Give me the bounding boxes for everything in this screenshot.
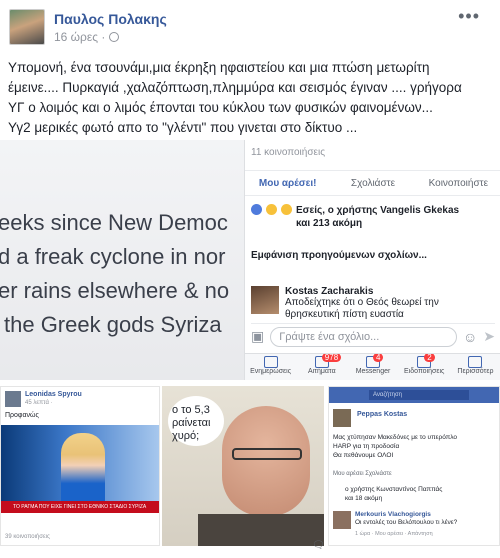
nav-requests[interactable]: 978 Αιτήματα — [296, 354, 347, 380]
ticker-line: the Greek gods Syriza — [4, 312, 222, 337]
post-text-line: ΥΓ ο λοιμός και ο λιμός έπονται του κύκλ… — [8, 100, 433, 115]
ticker-line: er rains elsewhere & no — [0, 278, 230, 303]
comment-button[interactable]: Σχολιάστε — [330, 178, 415, 189]
emoji-icon[interactable]: ☺ — [463, 329, 477, 345]
author-avatar[interactable] — [9, 9, 45, 45]
like-button[interactable]: Μου αρέσει! — [245, 178, 330, 189]
bubble-line: ραίνεται — [172, 417, 211, 429]
bottom-navigation: Ενημερώσεις 978 Αιτήματα 4 Messenger 2 Ειδο… — [245, 353, 500, 380]
post-text-line: Θα πεθάνουμε ΟΛΟΙ — [333, 452, 394, 459]
reactions-line: και 18 ακόμη — [345, 495, 383, 502]
wow-reaction-icon — [281, 204, 292, 215]
post-time: 45 λεπτά · — [25, 400, 53, 406]
collage-right-screenshot[interactable]: Αναζήτηση Peppas Kostas Μας χτύπησαν Μακ… — [328, 386, 500, 546]
reactions-line: ο χρήστης Κωνσταντίνος Παππάς — [345, 486, 443, 493]
nav-label: Ειδοποιήσεις — [404, 368, 445, 375]
poster-name: Peppas Kostas — [357, 411, 408, 418]
collage-left-screenshot[interactable]: Leonidas Spyrou 45 λεπτά · Προφανώς ΤΟ Ρ… — [0, 386, 160, 546]
post-text-line: Μας χτύπησαν Μακεδόνες με το υπερόπλο — [333, 434, 457, 441]
menu-icon — [468, 356, 483, 368]
post-text: Μας χτύπησαν Μακεδόνες με το υπερόπλο HA… — [333, 433, 497, 460]
post-text-line: έμεινε.... Πυρκαγιά ,χαλαζόπτωση,πλημμύρ… — [8, 80, 462, 95]
shares-count: 11 κοινοποιήσεις — [251, 147, 326, 158]
speech-bubble-dots-icon[interactable]: 🗨 — [312, 540, 325, 551]
nav-news-feed[interactable]: Ενημερώσεις — [245, 354, 296, 380]
poster-name: Leonidas Spyrou — [25, 391, 82, 398]
post-time[interactable]: 16 ώρες · — [54, 30, 105, 44]
post-text-line: Υγ2 μερικές φωτό απο το "γλέντι" που γιν… — [8, 120, 358, 135]
messenger-badge: 4 — [373, 354, 384, 362]
commenter-name[interactable]: Kostas Zacharakis — [285, 286, 439, 297]
bubble-line: ο το 5,3 — [172, 404, 210, 416]
news-feed-icon — [263, 356, 278, 368]
person-portrait — [222, 406, 310, 516]
reactions-summary: ο χρήστης Κωνσταντίνος Παππάς και 18 ακό… — [345, 485, 442, 503]
reactions-line: Εσείς, ο χρήστης Vangelis Gkekas — [296, 205, 460, 216]
facebook-top-bar: Αναζήτηση — [329, 387, 499, 403]
comment-text: Οι εντολές του Βελόπουλου τι λένε? — [355, 519, 458, 526]
more-options-icon[interactable]: ••• — [458, 6, 480, 27]
nav-label: Περισσότερ — [457, 368, 494, 375]
requests-badge: 978 — [321, 354, 342, 362]
comment-text: Αποδείχτηκε ότι ο Θεός θεωρεί την — [285, 297, 439, 308]
share-button[interactable]: Κοινοποιήστε — [416, 178, 500, 189]
commenter-name: Merkouris Vlachogiorgis — [355, 511, 431, 518]
ticker-line: eeks since New Democ — [0, 210, 228, 235]
news-ticker-image: eeks since New Democ d a freak cyclone i… — [0, 140, 244, 380]
globe-icon — [109, 32, 120, 42]
commenter-avatar[interactable] — [251, 286, 279, 314]
view-previous-comments-link[interactable]: Εμφάνιση προηγούμενων σχολίων... — [251, 250, 427, 261]
shares-count: 39 κοινοποιήσεις — [5, 534, 50, 540]
post-actions: Μου αρέσει Σχολιάστε — [333, 471, 392, 477]
post-text: Υπομονή, ένα τσουνάμι,μια έκρηξη ηφαιστε… — [8, 58, 494, 138]
nav-notifications[interactable]: 2 Ειδοποιήσεις — [399, 354, 450, 380]
post-text-line: Υπομονή, ένα τσουνάμι,μια έκρηξη ηφαιστε… — [8, 60, 430, 75]
like-reaction-icon — [251, 204, 262, 215]
send-icon[interactable]: ➤ — [483, 328, 495, 345]
nav-label: Ενημερώσεις — [250, 368, 292, 375]
nav-messenger[interactable]: 4 Messenger — [347, 354, 398, 380]
write-comment-row: ▣ Γράψτε ένα σχόλιο... ☺ ➤ — [251, 323, 495, 349]
post-image-screenshot[interactable]: eeks since New Democ d a freak cyclone i… — [0, 140, 500, 380]
person-shirt — [198, 514, 324, 546]
comment: Merkouris Vlachogiorgis Οι εντολές του Β… — [355, 511, 495, 527]
nav-label: Αιτήματα — [307, 368, 336, 375]
reactions-summary[interactable]: Εσείς, ο χρήστης Vangelis Gkekas και 213… — [251, 204, 459, 230]
search-input: Αναζήτηση — [369, 390, 469, 400]
news-anchor-figure — [61, 433, 105, 505]
comment: Kostas Zacharakis Αποδείχτηκε ότι ο Θεός… — [251, 286, 495, 326]
comment-input[interactable]: Γράψτε ένα σχόλιο... — [270, 326, 457, 347]
poster-avatar — [333, 409, 351, 427]
comment-text: θρησκευτική πίστη ευαστία — [285, 309, 404, 320]
notifications-badge: 2 — [424, 354, 435, 362]
commenter-avatar — [333, 511, 351, 529]
post-text: Προφανώς — [5, 412, 39, 419]
author-name[interactable]: Παυλος Πολακης — [54, 11, 167, 27]
comment-time: 1 ώρα · Μου αρέσει · Απάντηση — [355, 531, 433, 537]
nav-more[interactable]: Περισσότερ — [450, 354, 500, 380]
poster-avatar — [5, 391, 21, 407]
news-video-frame: ΤΟ ΡΑΓΜΑ ΠΟΥ ΕΙΧΕ ΓΙΝΕΙ ΣΤΟ ΕΘΝΙΚΟ ΣΤΑΔΙ… — [1, 425, 159, 513]
speech-bubble: ο το 5,3 ραίνεται χυρό; — [168, 396, 224, 446]
news-ticker: ΤΟ ΡΑΓΜΑ ΠΟΥ ΕΙΧΕ ΓΙΝΕΙ ΣΤΟ ΕΘΝΙΚΟ ΣΤΑΔΙ… — [1, 501, 159, 513]
embedded-facebook-panel: 11 κοινοποιήσεις Μου αρέσει! Σχολιάστε Κ… — [244, 140, 500, 380]
post-time-row: 16 ώρες · — [54, 30, 120, 44]
post-text-line: HARP για τη προδοσία — [333, 443, 400, 450]
ticker-line: d a freak cyclone in nor — [0, 244, 226, 269]
action-row: Μου αρέσει! Σχολιάστε Κοινοποιήστε — [245, 170, 500, 196]
collage-middle-image[interactable]: ο το 5,3 ραίνεται χυρό; — [162, 386, 324, 546]
reactions-line: και 213 ακόμη — [296, 218, 363, 229]
camera-icon[interactable]: ▣ — [251, 328, 264, 345]
glasses-shape — [232, 448, 302, 460]
laugh-reaction-icon — [266, 204, 277, 215]
nav-label: Messenger — [355, 368, 391, 375]
bubble-line: χυρό; — [172, 430, 200, 442]
